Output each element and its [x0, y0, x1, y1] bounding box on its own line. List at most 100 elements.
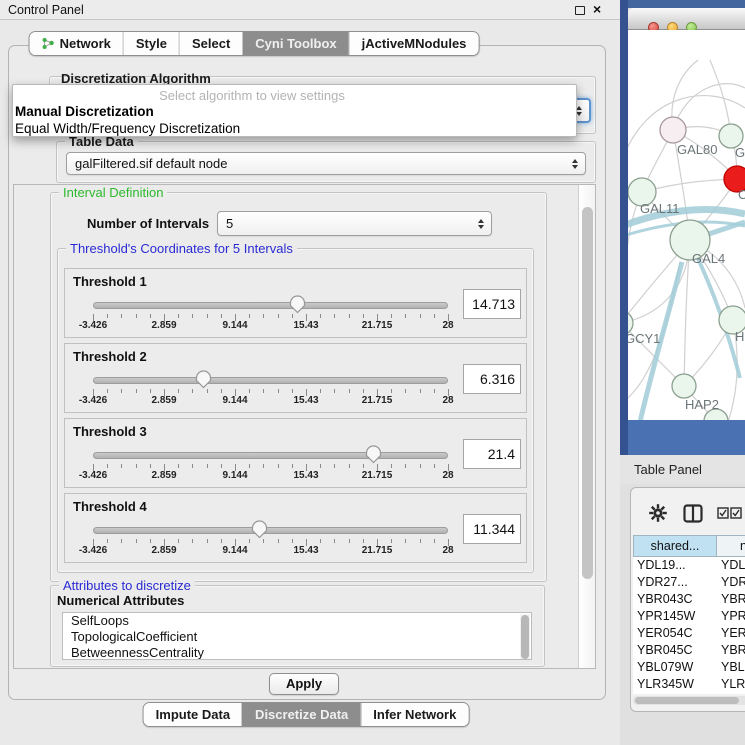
slider-tick: [320, 389, 321, 393]
slider-thumb[interactable]: [289, 295, 306, 314]
table-row[interactable]: YDL19...YDL1: [633, 557, 745, 574]
slider-track[interactable]: [93, 527, 448, 534]
network-window-titlebar: [628, 8, 745, 30]
attributes-list-scrollbar[interactable]: [520, 614, 530, 660]
tab-select[interactable]: Select: [179, 32, 242, 55]
attribute-item[interactable]: SelfLoops: [63, 613, 531, 629]
network-window-frame-bottom: [628, 420, 745, 455]
table-row[interactable]: YIL052CYIL0: [633, 693, 745, 694]
gear-icon[interactable]: [649, 504, 667, 522]
threshold-value-field[interactable]: 11.344: [463, 514, 521, 544]
attribute-item[interactable]: BetweennessCentrality: [63, 645, 531, 660]
number-of-intervals-value: 5: [226, 216, 233, 231]
columns-icon[interactable]: [683, 504, 703, 523]
cell-shared-name: YBR045C: [633, 642, 717, 659]
right-panel: GAL80GAL1CGAL11GAL4GCY1HHAP2 Table Panel: [620, 0, 745, 745]
slider-tick: [136, 314, 137, 318]
table-row[interactable]: YBR043CYBR0: [633, 591, 745, 608]
tab-infer-network[interactable]: Infer Network: [360, 703, 468, 726]
cell-shared-name: YER054C: [633, 625, 717, 642]
slider-tick: [207, 539, 208, 543]
algorithm-option-equal-width[interactable]: Equal Width/Frequency Discretization: [15, 121, 240, 136]
threshold-value-field[interactable]: 21.4: [463, 439, 521, 469]
slider-tick: [334, 539, 335, 543]
slider-tick: [292, 539, 293, 543]
combo-stepper-icon: [478, 219, 484, 229]
slider-tick-label: 2.859: [142, 545, 186, 556]
slider-tick: [391, 314, 392, 318]
close-icon[interactable]: ×: [593, 1, 601, 17]
column-header-shared-name[interactable]: shared...: [633, 535, 717, 557]
slider-tick: [249, 314, 250, 318]
slider-tick: [192, 539, 193, 543]
node-label: GAL4: [692, 251, 725, 266]
checkboxes-icon[interactable]: [717, 507, 743, 519]
slider-tick-label: 15.43: [284, 320, 328, 331]
slider-tick-label: 21.715: [355, 545, 399, 556]
apply-button[interactable]: Apply: [269, 673, 339, 695]
slider-tick-label: 9.144: [213, 320, 257, 331]
table-row[interactable]: YLR345WYLR3: [633, 676, 745, 693]
slider-tick: [150, 314, 151, 318]
bottom-tab-bar: Impute DataDiscretize DataInfer Network: [143, 702, 470, 727]
slider-tick: [363, 389, 364, 393]
network-node[interactable]: [672, 374, 696, 398]
slider-tick-label: 15.43: [284, 470, 328, 481]
number-of-intervals-combobox[interactable]: 5: [217, 211, 492, 236]
table-row[interactable]: YBR045CYBR0: [633, 642, 745, 659]
column-header-name[interactable]: na: [717, 535, 745, 557]
slider-thumb[interactable]: [251, 520, 268, 539]
slider-track[interactable]: [93, 302, 448, 309]
slider-tick: [178, 539, 179, 543]
table-panel-title: Table Panel: [634, 462, 702, 477]
tab-impute-data[interactable]: Impute Data: [144, 703, 242, 726]
control-panel: Control Panel × NetworkStyleSelectCyni T…: [0, 0, 620, 745]
slider-tick: [136, 389, 137, 393]
scrollbar-thumb[interactable]: [582, 207, 593, 579]
slider-tick: [349, 314, 350, 318]
network-view[interactable]: GAL80GAL1CGAL11GAL4GCY1HHAP2: [628, 30, 745, 420]
threshold-value-field[interactable]: 6.316: [463, 364, 521, 394]
node-label: HAP2: [685, 397, 719, 412]
tab-label: Select: [192, 36, 230, 51]
slider-tick: [178, 389, 179, 393]
tab-style[interactable]: Style: [123, 32, 179, 55]
tab-discretize-data[interactable]: Discretize Data: [242, 703, 360, 726]
table-row[interactable]: YBL079WYBL0: [633, 659, 745, 676]
slider-tick: [278, 314, 279, 318]
network-node[interactable]: [660, 117, 686, 143]
table-horizontal-scrollbar[interactable]: [633, 696, 745, 705]
slider-tick: [363, 539, 364, 543]
table-body: YDL19...YDL1YDR27...YDR2YBR043CYBR0YPR14…: [633, 557, 745, 694]
slider-thumb[interactable]: [195, 370, 212, 389]
slider-track[interactable]: [93, 377, 448, 384]
threshold-value-field[interactable]: 14.713: [463, 289, 521, 319]
slider-tick-label: -3.426: [71, 545, 115, 556]
slider-tick-label: -3.426: [71, 320, 115, 331]
slider-tick: [207, 314, 208, 318]
slider-tick: [136, 539, 137, 543]
attribute-item[interactable]: TopologicalCoefficient: [63, 629, 531, 645]
tab-network[interactable]: Network: [30, 32, 123, 55]
table-row[interactable]: YPR145WYPR1: [633, 608, 745, 625]
table-row[interactable]: YDR27...YDR2: [633, 574, 745, 591]
table-data-combobox[interactable]: galFiltered.sif default node: [66, 152, 586, 175]
slider-tick: [420, 314, 421, 318]
settings-vertical-scrollbar[interactable]: [578, 185, 596, 668]
slider-tick: [320, 464, 321, 468]
algorithm-option-manual[interactable]: Manual Discretization: [15, 104, 154, 119]
table-row[interactable]: YER054CYER0: [633, 625, 745, 642]
slider-tick: [405, 539, 406, 543]
slider-thumb[interactable]: [365, 445, 382, 464]
tab-cyni-toolbox[interactable]: Cyni Toolbox: [242, 32, 348, 55]
threshold-panel-4: Threshold 4-3.4262.8599.14415.4321.71528…: [64, 493, 527, 563]
float-window-icon[interactable]: [575, 6, 585, 15]
scrollbar-thumb[interactable]: [635, 697, 739, 704]
slider-tick: [391, 464, 392, 468]
slider-track[interactable]: [93, 452, 448, 459]
tab-content-panel: Discretization Algorithm Table Data galF…: [8, 45, 606, 700]
numerical-attributes-list[interactable]: SelfLoopsTopologicalCoefficientBetweenne…: [62, 612, 532, 660]
tab-jactivemnodules[interactable]: jActiveMNodules: [349, 32, 479, 55]
slider-tick: [334, 314, 335, 318]
slider-tick: [121, 464, 122, 468]
